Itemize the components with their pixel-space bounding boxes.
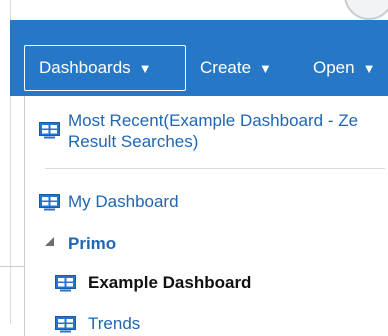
trends-label: Trends [88,314,141,333]
create-menu-button[interactable]: Create ▼ [200,45,272,91]
left-divider [0,266,24,267]
menu-bar: Dashboards ▼ Create ▼ Open ▼ [10,20,388,96]
dashboard-icon [39,194,60,211]
expanded-triangle-icon [45,236,54,246]
my-dashboard-label: My Dashboard [68,192,179,211]
dashboard-icon [39,122,60,139]
most-recent-item[interactable]: Most Recent(Example Dashboard - Ze Resul… [39,110,388,152]
dashboards-menu-label: Dashboards [39,58,131,77]
most-recent-line1: Most Recent(Example Dashboard - Ze [68,111,359,130]
my-dashboard-item[interactable]: My Dashboard [39,192,179,212]
primo-group-label: Primo [68,234,117,253]
dashboard-icon [55,316,76,333]
top-bar [0,0,388,20]
caret-down-icon: ▼ [362,60,376,76]
dashboard-icon [55,275,76,292]
menu-divider [45,168,385,169]
dashboards-dropdown: Most Recent(Example Dashboard - Ze Resul… [24,96,388,336]
open-menu-button[interactable]: Open ▼ [313,45,375,91]
trends-item[interactable]: Trends [55,314,140,334]
caret-down-icon: ▼ [138,60,152,76]
example-dashboard-label: Example Dashboard [88,273,252,292]
avatar[interactable] [344,0,388,20]
dashboards-menu-button[interactable]: Dashboards ▼ [24,45,186,91]
create-menu-label: Create [200,58,252,77]
example-dashboard-item[interactable]: Example Dashboard [55,273,251,293]
caret-down-icon: ▼ [259,60,272,76]
most-recent-line2: Result Searches) [68,132,199,151]
primo-group-toggle[interactable]: Primo [45,234,116,254]
open-menu-label: Open [313,58,355,77]
